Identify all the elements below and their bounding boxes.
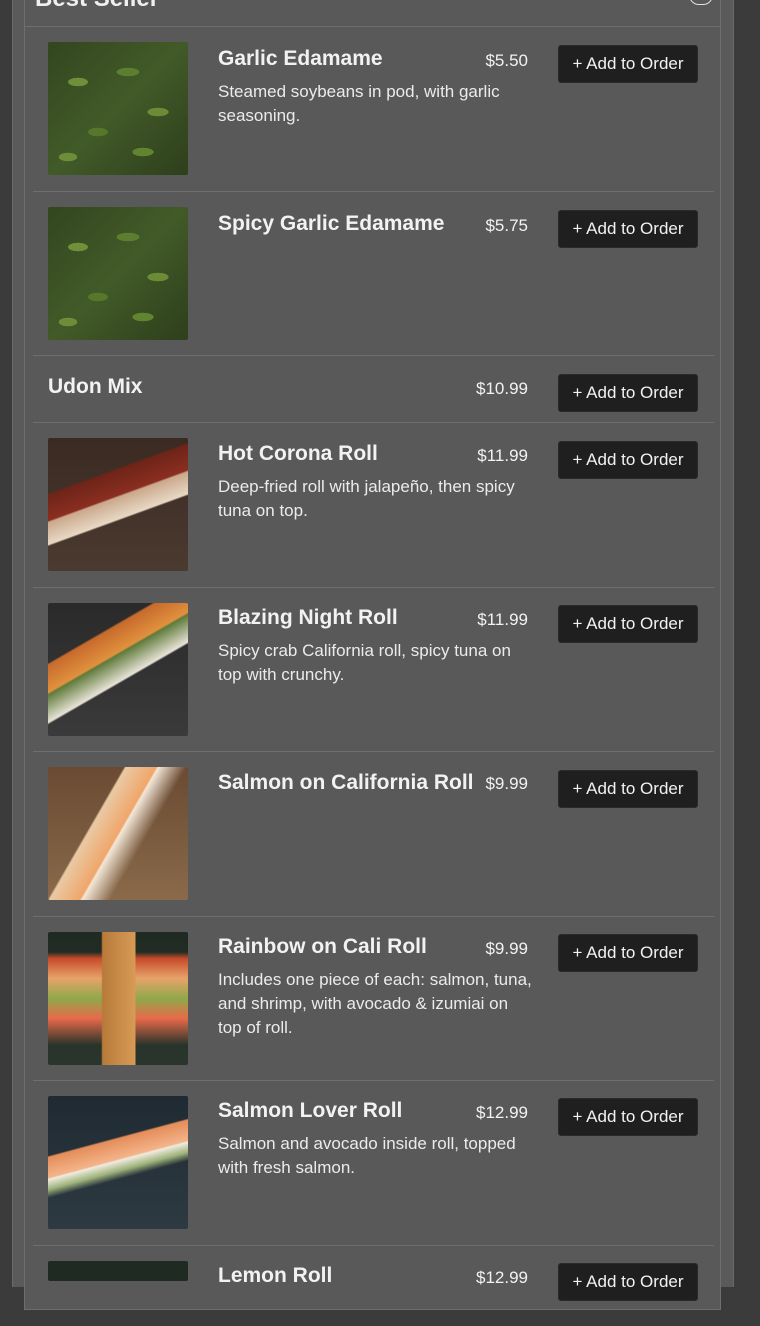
item-name: Spicy Garlic Edamame [218,212,445,235]
item-photo[interactable] [48,603,188,736]
menu-item[interactable]: Rainbow on Cali Roll $9.99 Includes one … [33,917,714,1081]
add-to-order-button[interactable]: + Add to Order [558,374,698,412]
item-name: Garlic Edamame [218,47,383,70]
add-to-order-button[interactable]: + Add to Order [558,441,698,479]
item-description: Spicy crab California roll, spicy tuna o… [218,641,511,684]
item-price: $9.99 [485,939,528,958]
item-price: $11.99 [477,610,528,629]
menu-item[interactable]: Salmon Lover Roll $12.99 Salmon and avoc… [33,1081,714,1246]
item-description: Includes one piece of each: salmon, tuna… [218,970,532,1037]
add-to-order-button[interactable]: + Add to Order [558,1263,698,1301]
item-price: $11.99 [477,446,528,465]
item-name: Blazing Night Roll [218,606,398,629]
item-price: $9.99 [485,774,528,793]
menu-item[interactable]: Hot Corona Roll $11.99 Deep-fried roll w… [33,423,714,588]
item-name: Lemon Roll [218,1264,333,1287]
item-name: Udon Mix [48,375,143,398]
item-photo[interactable] [48,1096,188,1229]
section-title: Best Seller [35,0,159,13]
menu-section-panel: Best Seller 27 Garlic Edamame $5.50 Stea… [24,0,721,1310]
add-to-order-button[interactable]: + Add to Order [558,210,698,248]
item-price: $12.99 [476,1103,528,1122]
menu-item[interactable]: Blazing Night Roll $11.99 Spicy crab Cal… [33,588,714,752]
item-photo[interactable] [48,1261,188,1281]
item-price: $10.99 [476,379,528,398]
menu-item[interactable]: Udon Mix $10.99 + Add to Order [33,356,714,423]
item-price: $5.50 [485,51,528,70]
add-to-order-button[interactable]: + Add to Order [558,770,698,808]
item-name: Salmon on California Roll [218,771,474,794]
add-to-order-button[interactable]: + Add to Order [558,45,698,83]
menu-item[interactable]: Lemon Roll $12.99 + Add to Order [33,1246,714,1326]
item-description: Deep-fried roll with jalapeño, then spic… [218,477,515,520]
item-photo[interactable] [48,42,188,175]
item-price: $5.75 [485,216,528,235]
item-photo[interactable] [48,438,188,571]
item-photo[interactable] [48,767,188,900]
item-name: Hot Corona Roll [218,442,378,465]
item-name: Salmon Lover Roll [218,1099,403,1122]
item-description: Salmon and avocado inside roll, topped w… [218,1134,516,1177]
menu-item[interactable]: Spicy Garlic Edamame $5.75 + Add to Orde… [33,192,714,356]
item-description: Steamed soybeans in pod, with garlic sea… [218,82,500,125]
section-count-badge: 27 [689,0,713,5]
menu-item[interactable]: Salmon on California Roll $9.99 + Add to… [33,752,714,917]
section-header: Best Seller 27 [25,0,720,27]
item-name: Rainbow on Cali Roll [218,935,427,958]
menu-item[interactable]: Garlic Edamame $5.50 Steamed soybeans in… [33,27,714,192]
item-photo[interactable] [48,932,188,1065]
add-to-order-button[interactable]: + Add to Order [558,605,698,643]
item-price: $12.99 [476,1268,528,1287]
item-photo[interactable] [48,207,188,340]
add-to-order-button[interactable]: + Add to Order [558,1098,698,1136]
add-to-order-button[interactable]: + Add to Order [558,934,698,972]
